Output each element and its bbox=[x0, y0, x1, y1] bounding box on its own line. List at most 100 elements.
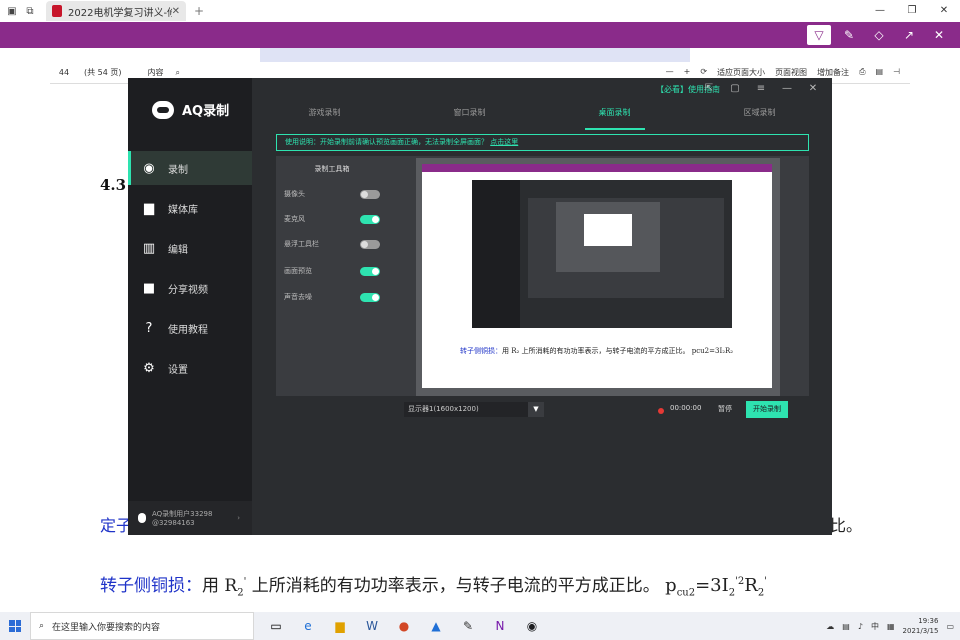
onenote-icon[interactable]: N bbox=[486, 612, 514, 640]
zoom-in-icon[interactable]: + bbox=[684, 67, 691, 78]
tab-desktop-record[interactable]: 桌面录制 bbox=[542, 104, 687, 130]
preview-toggle[interactable] bbox=[360, 266, 380, 276]
line2-formula: pcu2=3I2'2R2' bbox=[665, 575, 767, 599]
edge-icon[interactable]: e bbox=[294, 612, 322, 640]
record-dot-icon bbox=[658, 408, 664, 414]
page-number[interactable]: 44 bbox=[56, 68, 72, 77]
app-name: AQ录制 bbox=[182, 104, 230, 119]
line1-suffix: 比。 bbox=[830, 516, 863, 535]
zoom-out-icon[interactable]: — bbox=[666, 67, 674, 78]
close-panel-icon[interactable]: ✕ bbox=[924, 28, 954, 42]
menu-icon[interactable]: ≡ bbox=[748, 83, 774, 94]
toc-button[interactable]: 内容 bbox=[148, 67, 164, 78]
toggle-row-camera: 摄像头 bbox=[284, 188, 380, 200]
line2-text-a: 用 R bbox=[202, 576, 238, 596]
toggle-label: 摄像头 bbox=[284, 190, 305, 198]
cloud-icon[interactable]: ☁ bbox=[826, 622, 834, 631]
volume-icon[interactable]: ♪ bbox=[858, 622, 863, 631]
file-explorer-icon[interactable]: ▆ bbox=[326, 612, 354, 640]
clock[interactable]: 19:36 2021/3/15 bbox=[903, 616, 939, 636]
keyboard-icon[interactable]: ▦ bbox=[887, 622, 895, 631]
chevron-down-icon: ▼ bbox=[528, 402, 544, 417]
microphone-toggle[interactable] bbox=[360, 214, 380, 224]
photos-icon[interactable]: ▲ bbox=[422, 612, 450, 640]
search-icon[interactable]: ⌕ bbox=[176, 68, 180, 78]
close-tab-icon[interactable]: ✕ bbox=[172, 6, 180, 17]
eraser-icon[interactable]: ◇ bbox=[864, 28, 894, 42]
word-icon[interactable]: W bbox=[358, 612, 386, 640]
workspaces-icon[interactable]: ▣ bbox=[6, 5, 18, 17]
print-icon[interactable]: ⎙ bbox=[859, 67, 865, 78]
gear-icon: ⚙ bbox=[143, 360, 155, 376]
fit-page-button[interactable]: 适应页面大小 bbox=[717, 67, 765, 78]
section-heading: 4.3 bbox=[100, 176, 127, 194]
search-icon: ⌕ bbox=[39, 621, 45, 631]
page-total: (共 54 页) bbox=[84, 68, 122, 77]
nav-label: 设置 bbox=[168, 364, 188, 376]
tab-pdf[interactable]: 2022电机学复习讲义-修 ✕ bbox=[46, 1, 186, 21]
close-button[interactable]: ✕ bbox=[928, 0, 960, 22]
message-icon[interactable]: ▢ bbox=[722, 83, 748, 94]
draw-icon[interactable]: ✎ bbox=[834, 28, 864, 42]
minimize-icon[interactable]: — bbox=[774, 83, 800, 94]
pen-icon[interactable]: ✎ bbox=[454, 612, 482, 640]
new-tab-button[interactable]: + bbox=[194, 4, 204, 18]
notification-icon[interactable]: ▭ bbox=[946, 622, 954, 631]
display-select[interactable]: 显示器1(1600x1200) ▼ bbox=[404, 402, 544, 417]
mascot-icon bbox=[152, 100, 174, 119]
ime-indicator[interactable]: 中 bbox=[871, 621, 879, 632]
add-note-button[interactable]: 增加备注 bbox=[817, 67, 849, 78]
nav-share-video[interactable]: ■ 分享视频 bbox=[128, 271, 252, 305]
user-account[interactable]: AQ录制用户33298 @32984163 › bbox=[128, 501, 252, 535]
save-icon[interactable]: ▤ bbox=[875, 67, 883, 78]
rotate-icon[interactable]: ⟳ bbox=[700, 67, 707, 78]
camera-toggle[interactable] bbox=[360, 189, 380, 199]
floating-toolbar-toggle[interactable] bbox=[360, 239, 380, 249]
help-icon: ? bbox=[145, 320, 153, 336]
tab-region-record[interactable]: 区域录制 bbox=[687, 104, 832, 130]
highlight-icon[interactable]: ▽ bbox=[807, 25, 831, 45]
share-icon[interactable]: ↗ bbox=[894, 28, 924, 42]
doc-line-2: 转子侧铜损：用 R2' 上所消耗的有功功率表示，与转子电流的平方成正比。 pcu… bbox=[100, 575, 767, 599]
task-view-icon[interactable]: ▭ bbox=[262, 612, 290, 640]
nav-media-library[interactable]: ▆ 媒体库 bbox=[128, 191, 252, 225]
pdf-purple-toolbar: ▽ ✎ ◇ ↗ ✕ bbox=[0, 22, 960, 48]
network-icon[interactable]: ▤ bbox=[842, 622, 850, 631]
preview-recorder bbox=[472, 180, 732, 328]
maximize-button[interactable]: ❐ bbox=[896, 0, 928, 22]
nav-settings[interactable]: ⚙ 设置 bbox=[128, 351, 252, 385]
start-button[interactable] bbox=[0, 612, 30, 640]
toggle-label: 画面预览 bbox=[284, 267, 312, 275]
start-record-button[interactable]: 开始录制 bbox=[746, 401, 788, 418]
taskbar: ⌕ 在这里输入你要搜索的内容 ▭ e ▆ W ● ▲ ✎ N ◉ ☁ ▤ ♪ 中… bbox=[0, 612, 960, 640]
media-icon: ▆ bbox=[144, 200, 154, 216]
open-folder-icon[interactable]: ⇱ bbox=[696, 83, 722, 94]
preview-toolbar bbox=[422, 164, 772, 172]
record-controls: 显示器1(1600x1200) ▼ 00:00:00 暂停 开始录制 bbox=[276, 396, 809, 423]
tab-actions-icon[interactable]: ⧉ bbox=[24, 5, 36, 17]
taskbar-search[interactable]: ⌕ 在这里输入你要搜索的内容 bbox=[30, 612, 254, 640]
nav-record[interactable]: ◉ 录制 bbox=[128, 151, 252, 185]
recorder-titlebar: 【必看】使用指南 ⇱ ▢ ≡ — ✕ bbox=[252, 78, 832, 104]
aq-recorder-taskbar-icon[interactable]: ◉ bbox=[518, 612, 546, 640]
powerpoint-icon[interactable]: ● bbox=[390, 612, 418, 640]
line2-text-b: 上所消耗的有功功率表示，与转子电流的平方成正比。 bbox=[246, 576, 660, 596]
notice-text: 使用说明：开始录制前请确认预览画面正确，无法录制全屏画面？ bbox=[285, 138, 488, 146]
pin-icon[interactable]: ⊣ bbox=[893, 67, 900, 78]
tab-window-record[interactable]: 窗口录制 bbox=[397, 104, 542, 130]
close-icon[interactable]: ✕ bbox=[800, 83, 826, 94]
system-tray: ☁ ▤ ♪ 中 ▦ 19:36 2021/3/15 ▭ bbox=[826, 612, 954, 640]
nav-label: 编辑 bbox=[168, 244, 188, 256]
pause-button[interactable]: 暂停 bbox=[718, 404, 732, 414]
denoise-toggle[interactable] bbox=[360, 292, 380, 302]
user-avatar-icon bbox=[138, 513, 146, 523]
minimize-button[interactable]: — bbox=[864, 0, 896, 22]
nav-label: 录制 bbox=[168, 164, 188, 176]
notice-link[interactable]: 点击这里 bbox=[490, 138, 518, 146]
page-view-button[interactable]: 页面视图 bbox=[775, 67, 807, 78]
toggle-label: 麦克风 bbox=[284, 215, 305, 223]
nav-tutorial[interactable]: ? 使用教程 bbox=[128, 311, 252, 345]
usage-notice: 使用说明：开始录制前请确认预览画面正确，无法录制全屏画面？ 点击这里 bbox=[276, 134, 809, 151]
nav-edit[interactable]: ▥ 编辑 bbox=[128, 231, 252, 265]
tab-game-record[interactable]: 游戏录制 bbox=[252, 104, 397, 130]
